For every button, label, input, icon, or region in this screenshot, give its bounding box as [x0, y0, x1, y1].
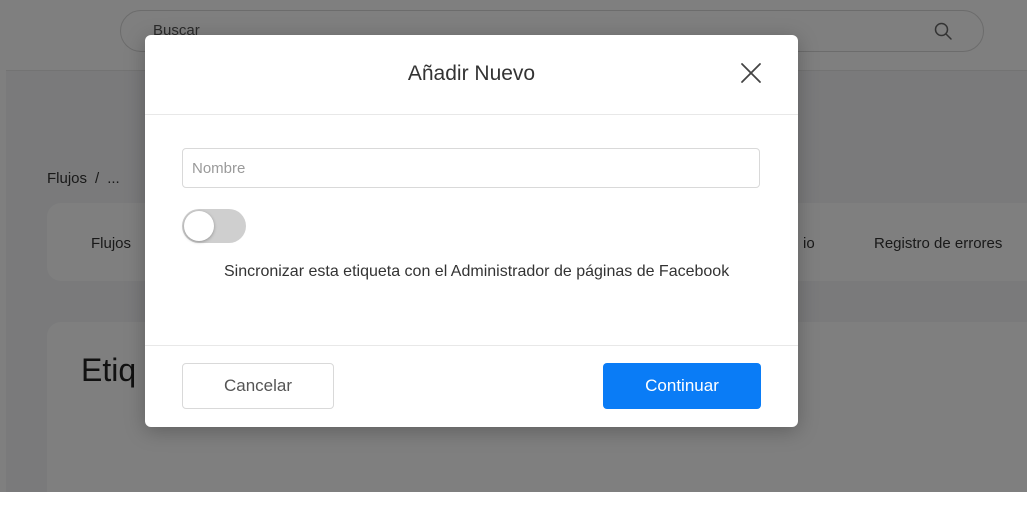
close-icon[interactable]	[739, 61, 763, 85]
toggle-knob	[184, 211, 214, 241]
dialog-footer: Cancelar Continuar	[145, 345, 798, 428]
dialog-header: Añadir Nuevo	[145, 35, 798, 115]
sync-description: Sincronizar esta etiqueta con el Adminis…	[224, 263, 730, 280]
facebook-sync-toggle[interactable]	[182, 209, 246, 243]
dialog-title: Añadir Nuevo	[407, 62, 536, 85]
continue-button[interactable]: Continuar	[603, 363, 761, 409]
add-new-dialog: Añadir Nuevo Sincronizar esta etiqueta c…	[145, 35, 798, 427]
name-input[interactable]	[182, 148, 760, 188]
cancel-button[interactable]: Cancelar	[182, 363, 334, 409]
